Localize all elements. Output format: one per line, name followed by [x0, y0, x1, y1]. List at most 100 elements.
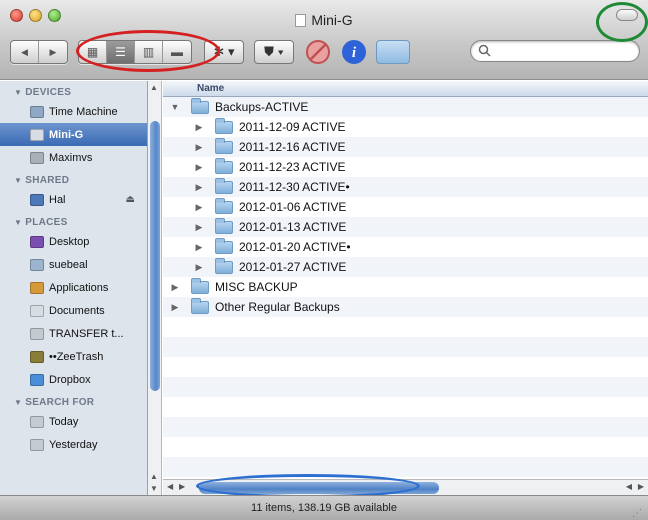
scroll-up-arrow-icon[interactable]: ▲ — [150, 472, 158, 481]
sidebar-item-yesterday[interactable]: Yesterday — [0, 433, 147, 456]
sidebar-item-documents[interactable]: Documents — [0, 299, 147, 322]
sidebar-item-transfer-t[interactable]: TRANSFER t... — [0, 322, 147, 345]
sidebar-item-today[interactable]: Today — [0, 410, 147, 433]
documents-icon — [30, 304, 44, 317]
clock-icon — [30, 438, 44, 451]
sidebar-section-heading[interactable]: ▼ SEARCH FOR — [0, 391, 147, 410]
sidebar-item-label: Mini-G — [49, 128, 84, 141]
disclosure-triangle-icon[interactable]: ▼ — [169, 102, 181, 112]
scroll-left-arrow-icon[interactable]: ◀ — [167, 482, 173, 491]
sidebar-item-label: TRANSFER t... — [49, 327, 124, 340]
search-icon — [478, 44, 491, 57]
scroll-right-arrow-icon[interactable]: ▶ — [179, 482, 185, 491]
disclosure-triangle-icon[interactable]: ▼ — [14, 398, 22, 407]
scroll-down-arrow-icon[interactable]: ▼ — [150, 484, 158, 493]
folder-button[interactable] — [376, 40, 410, 64]
window-title-text: Mini-G — [311, 12, 353, 28]
dropbox-menu-button[interactable]: ⛊ ▾ — [254, 40, 294, 64]
sidebar-scroll-thumb[interactable] — [150, 121, 160, 391]
list-item[interactable]: ▶ 2012-01-27 ACTIVE — [163, 257, 648, 277]
disclosure-triangle-icon[interactable]: ▼ — [14, 176, 22, 185]
sidebar-section-label: PLACES — [25, 217, 68, 228]
sidebar-item-label: Desktop — [49, 235, 90, 248]
file-name: MISC BACKUP — [215, 280, 298, 294]
disclosure-triangle-icon[interactable]: ▶ — [193, 162, 205, 173]
list-item[interactable]: ▶ 2011-12-09 ACTIVE — [163, 117, 648, 137]
disclosure-triangle-icon[interactable]: ▶ — [193, 222, 205, 233]
icon-view-button[interactable]: ▦ — [79, 41, 107, 63]
folder-icon — [215, 177, 233, 194]
sidebar: ▼ DEVICES Time Machine Mini-G Maximvs ▼ SHARED… — [0, 81, 148, 495]
icon-view-icon: ▦ — [86, 45, 99, 59]
disclosure-triangle-icon[interactable]: ▶ — [169, 302, 181, 313]
drive-proxy-icon[interactable] — [295, 14, 307, 27]
file-name: 2011-12-30 ACTIVE• — [239, 180, 350, 194]
file-name: 2011-12-16 ACTIVE — [239, 140, 346, 154]
scroll-left-arrow-icon[interactable]: ◀ — [626, 482, 632, 491]
file-name: 2012-01-20 ACTIVE• — [239, 240, 351, 254]
list-item[interactable]: ▶ 2012-01-06 ACTIVE — [163, 197, 648, 217]
list-item[interactable]: ▶ 2012-01-20 ACTIVE• — [163, 237, 648, 257]
column-view-button[interactable]: ▥ — [135, 41, 163, 63]
scroll-right-arrow-icon[interactable]: ▶ — [638, 482, 644, 491]
disclosure-triangle-icon[interactable]: ▶ — [193, 142, 205, 153]
eject-icon[interactable]: ⏏ — [126, 194, 135, 205]
action-menu-button[interactable]: ✲ ▾ — [204, 40, 244, 64]
disclosure-triangle-icon[interactable]: ▶ — [193, 122, 205, 133]
empty-row — [163, 417, 648, 437]
sidebar-section-heading[interactable]: ▼ SHARED — [0, 169, 147, 188]
clock-icon — [30, 415, 44, 428]
disclosure-triangle-icon[interactable]: ▶ — [193, 182, 205, 193]
forward-arrow-button[interactable]: ▶ — [39, 41, 67, 63]
sidebar-item-time-machine[interactable]: Time Machine — [0, 100, 147, 123]
get-info-button[interactable]: i — [340, 38, 368, 66]
sidebar-item-dropbox[interactable]: Dropbox — [0, 368, 147, 391]
empty-row — [163, 357, 648, 377]
list-item[interactable]: ▶ MISC BACKUP — [163, 277, 648, 297]
folder-icon — [30, 327, 44, 340]
sidebar-item-zeetrash[interactable]: ••ZeeTrash — [0, 345, 147, 368]
sidebar-item-label: Yesterday — [49, 438, 98, 451]
list-item[interactable]: ▶ 2011-12-16 ACTIVE — [163, 137, 648, 157]
horizontal-scroll-thumb[interactable] — [199, 482, 439, 494]
toolbar-toggle-button[interactable] — [616, 9, 638, 21]
folder-icon — [215, 117, 233, 134]
name-column-header[interactable]: Name — [163, 81, 648, 97]
resize-grip-icon[interactable]: ⋰ — [632, 502, 642, 520]
list-view-button[interactable]: ☰ — [107, 41, 135, 63]
list-item[interactable]: ▶ 2011-12-23 ACTIVE — [163, 157, 648, 177]
disclosure-triangle-icon[interactable]: ▶ — [169, 282, 181, 293]
coverflow-view-button[interactable]: ▬ — [163, 41, 191, 63]
sidebar-item-hal[interactable]: Hal ⏏ — [0, 188, 147, 211]
sidebar-scrollbar[interactable]: ▲ ▲ ▼ — [148, 81, 162, 495]
status-text: 11 items, 138.19 GB available — [251, 502, 397, 514]
sidebar-item-label: Time Machine — [49, 105, 118, 118]
drive-icon — [30, 128, 44, 141]
back-arrow-button[interactable]: ◀ — [11, 41, 39, 63]
list-item[interactable]: ▼ Backups-ACTIVE — [163, 97, 648, 117]
sidebar-section-heading[interactable]: ▼ DEVICES — [0, 81, 147, 100]
disclosure-triangle-icon[interactable]: ▶ — [193, 242, 205, 253]
sidebar-item-maximvs[interactable]: Maximvs — [0, 146, 147, 169]
sidebar-item-desktop[interactable]: Desktop — [0, 230, 147, 253]
disclosure-triangle-icon[interactable]: ▼ — [14, 218, 22, 227]
disclosure-triangle-icon[interactable]: ▶ — [193, 202, 205, 213]
disclosure-triangle-icon[interactable]: ▶ — [193, 262, 205, 273]
search-input[interactable] — [493, 41, 633, 61]
sidebar-item-suebeal[interactable]: suebeal — [0, 253, 147, 276]
list-item[interactable]: ▶ Other Regular Backups — [163, 297, 648, 317]
sidebar-item-label: Today — [49, 415, 79, 428]
horizontal-scrollbar[interactable]: ◀ ▶ ◀ ▶ — [163, 479, 648, 495]
delete-button[interactable] — [304, 38, 332, 66]
list-item[interactable]: ▶ 2011-12-30 ACTIVE• — [163, 177, 648, 197]
list-item[interactable]: ▶ 2012-01-13 ACTIVE — [163, 217, 648, 237]
sidebar-section-label: SHARED — [25, 175, 70, 186]
empty-row — [163, 317, 648, 337]
sidebar-item-applications[interactable]: Applications — [0, 276, 147, 299]
disclosure-triangle-icon[interactable]: ▼ — [14, 88, 22, 97]
sidebar-section-heading[interactable]: ▼ PLACES — [0, 211, 147, 230]
sidebar-item-mini-g[interactable]: Mini-G — [0, 123, 147, 146]
scroll-up-arrow-icon[interactable]: ▲ — [150, 83, 158, 92]
file-name: Backups-ACTIVE — [215, 100, 309, 114]
search-field[interactable] — [470, 40, 640, 62]
